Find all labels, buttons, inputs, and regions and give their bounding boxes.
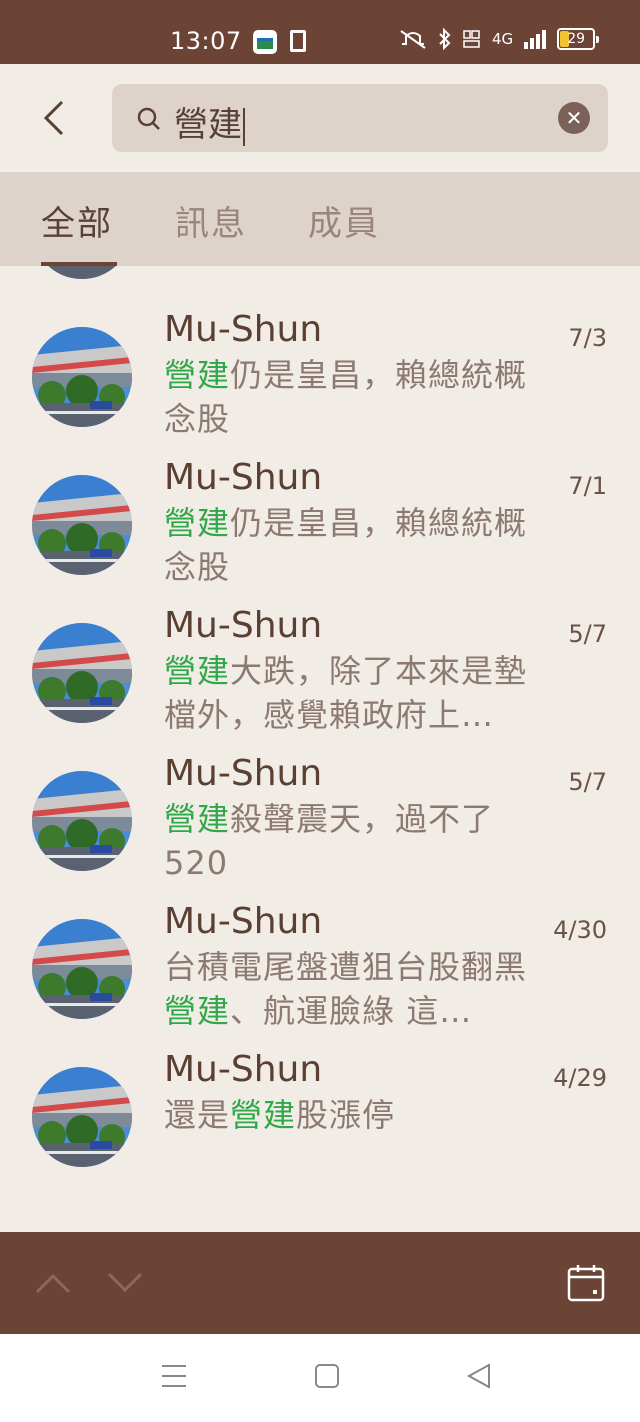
signal-icon [524,30,547,49]
previous-result-icon[interactable] [34,1270,72,1296]
filter-tabs: 全部 訊息 成員 [0,172,640,266]
result-item[interactable]: Mu-Shun 4/29 還是營建股漲停 [0,1037,640,1185]
tab-members[interactable]: 成員 [308,196,380,245]
avatar [32,327,132,427]
tab-all[interactable]: 全部 [41,196,113,245]
sender-name: Mu-Shun [164,309,323,350]
avatar [32,771,132,871]
result-item[interactable]: Mu-Shun 7/3 營建仍是皇昌，賴總統概念股 [0,297,640,445]
sender-name: Mu-Shun [164,901,323,942]
result-list: Mu-Shun7/3營建也沒皇昌Mu-Shun7/3營建仍是皇昌，賴總統概念股M… [0,266,640,1185]
matched-keyword: 營建 [164,652,231,690]
app-notification-icon [253,30,277,54]
matched-keyword: 營建 [164,992,231,1030]
sender-name: Mu-Shun [164,457,323,498]
battery-level: 29 [567,31,586,47]
volte-icon [463,30,480,48]
avatar [32,623,132,723]
status-icons: 4G 29 [398,28,600,50]
back-arrow-icon[interactable] [38,98,72,138]
home-icon[interactable] [314,1362,340,1390]
result-item[interactable]: Mu-Shun 5/7 營建大跌，除了本來是墊檔外，感覺賴政府上… [0,593,640,741]
back-nav-icon[interactable] [466,1362,492,1390]
avatar [32,266,132,279]
avatar [32,475,132,575]
network-type: 4G [492,30,514,48]
status-bar: 13:07 4G 29 [0,0,640,64]
search-header: 營建 ✕ [0,64,640,172]
recent-apps-icon[interactable] [161,1362,187,1390]
status-time: 13:07 [170,27,242,55]
message-preview: 還是營建股漲停 [164,1093,544,1137]
bluetooth-icon [439,28,451,50]
document-notification-icon [290,30,306,52]
message-date: 4/29 [553,1064,607,1092]
tab-messages[interactable]: 訊息 [175,196,247,245]
search-query-text: 營建 [174,97,245,146]
message-date: 4/30 [553,916,607,944]
system-navigation-bar [0,1334,640,1422]
message-date: 7/3 [568,324,607,352]
result-item[interactable]: Mu-Shun 4/30 台積電尾盤遭狙台股翻黑 營建、航運臉綠 這… [0,889,640,1037]
message-date: 5/7 [568,620,607,648]
message-text-post: 股漲停 [296,1096,396,1134]
search-icon [137,107,160,130]
message-preview: 營建仍是皇昌，賴總統概念股 [164,501,544,589]
sender-name: Mu-Shun [164,605,323,646]
search-input[interactable]: 營建 ✕ [112,84,608,152]
matched-keyword: 營建 [164,800,231,838]
message-preview: 營建大跌，除了本來是墊檔外，感覺賴政府上… [164,649,544,737]
sender-name: Mu-Shun [164,753,323,794]
bottom-toolbar [0,1232,640,1334]
message-preview: 營建殺聲震天，過不了520 [164,797,544,885]
matched-keyword: 營建 [230,1096,297,1134]
next-result-icon[interactable] [106,1270,144,1296]
mute-icon [400,30,426,49]
matched-keyword: 營建 [164,504,231,542]
message-preview: 營建仍是皇昌，賴總統概念股 [164,353,544,441]
message-preview: 台積電尾盤遭狙台股翻黑 營建、航運臉綠 這… [164,945,544,1033]
message-text-pre: 台積電尾盤遭狙台股翻黑 [164,948,528,986]
result-item[interactable]: Mu-Shun7/3營建也沒皇昌 [0,266,640,297]
matched-keyword: 營建 [164,356,231,394]
message-text-post: 、航運臉綠 這… [230,992,473,1030]
sender-name: Mu-Shun [164,1049,323,1090]
search-results: Mu-Shun7/3營建也沒皇昌Mu-Shun7/3營建仍是皇昌，賴總統概念股M… [0,266,640,1232]
clear-search-icon[interactable]: ✕ [558,102,590,134]
result-item[interactable]: Mu-Shun 7/1 營建仍是皇昌，賴總統概念股 [0,445,640,593]
battery-icon: 29 [557,28,600,50]
message-date: 7/1 [568,472,607,500]
avatar [32,1067,132,1167]
message-text-pre: 還是 [164,1096,231,1134]
avatar [32,919,132,1019]
message-date: 5/7 [568,768,607,796]
calendar-icon[interactable] [566,1263,606,1303]
result-item[interactable]: Mu-Shun 5/7 營建殺聲震天，過不了520 [0,741,640,889]
